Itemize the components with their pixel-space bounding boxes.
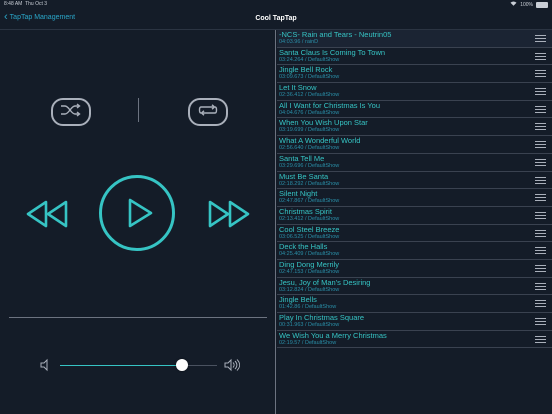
volume-high-icon: [224, 358, 241, 372]
reorder-handle-icon[interactable]: [535, 318, 546, 325]
track-duration-show: 03:19.699 / DefaultShow: [279, 127, 340, 134]
navigation-bar: ‹ TapTap Management Cool TapTap: [0, 9, 552, 30]
track-duration-show: 03:06.525 / DefaultShow: [279, 233, 340, 240]
track-title: Jingle Bell Rock: [279, 65, 333, 75]
track-title: Silent Night: [279, 189, 318, 199]
track-duration-show: 02:56.640 / DefaultShow: [279, 145, 340, 152]
track-duration-show: 02:47.867 / DefaultShow: [279, 198, 340, 205]
pane-divider: [275, 30, 276, 414]
track-duration-show: 03:09.673 / DefaultShow: [279, 74, 340, 81]
reorder-handle-icon[interactable]: [535, 194, 546, 202]
rewind-icon: [26, 200, 68, 228]
volume-slider-thumb[interactable]: [176, 359, 189, 371]
track-duration-show: 01:42.86 / DefaultShow: [279, 304, 337, 311]
reorder-handle-icon[interactable]: [535, 176, 546, 184]
volume-slider-fill: [60, 365, 183, 366]
track-duration-show: 02:36.412 / DefaultShow: [279, 92, 340, 99]
progress-divider: [9, 317, 267, 318]
track-row[interactable]: Jingle Bells 01:42.86 / DefaultShow: [277, 295, 552, 313]
reorder-handle-icon[interactable]: [535, 70, 546, 78]
wifi-icon: [510, 1, 517, 8]
rewind-button[interactable]: [24, 198, 70, 230]
reorder-handle-icon[interactable]: [535, 282, 546, 290]
reorder-handle-icon[interactable]: [535, 35, 546, 42]
track-title: Cool Steel Breeze: [279, 224, 340, 234]
track-duration-show: 03:24.264 / DefaultShow: [279, 56, 340, 63]
track-duration-show: 00:31.963 / DefaultShow: [279, 322, 340, 328]
status-time: 8:48 AM: [4, 1, 23, 7]
track-title: Let It Snow: [279, 83, 317, 93]
track-duration-show: 04:25.409 / DefaultShow: [279, 251, 340, 258]
reorder-handle-icon[interactable]: [535, 300, 546, 308]
track-title: -NCS- Rain and Tears - Neutrin05: [279, 30, 392, 39]
track-row[interactable]: Silent Night 02:47.867 / DefaultShow: [277, 189, 552, 207]
control-divider: [138, 98, 139, 122]
track-title: Deck the Halls: [279, 242, 328, 252]
track-title: Jesu, Joy of Man's Desiring: [279, 277, 371, 287]
track-row[interactable]: Jingle Bell Rock 03:09.673 / DefaultShow: [277, 65, 552, 84]
status-date: Thu Oct 3: [25, 1, 48, 7]
track-title: Jingle Bells: [279, 295, 317, 305]
track-row[interactable]: We Wish You a Merry Christmas 02:19.57 / …: [277, 331, 552, 349]
track-row[interactable]: All I Want for Christmas Is You 04:04.676…: [277, 101, 552, 119]
shuffle-button[interactable]: [51, 98, 91, 126]
track-row[interactable]: Play In Christmas Square 00:31.963 / Defa…: [277, 313, 552, 331]
track-title: Must Be Santa: [279, 171, 329, 181]
fast-forward-icon: [208, 200, 250, 228]
track-title: Play In Christmas Square: [279, 313, 365, 322]
reorder-handle-icon[interactable]: [535, 247, 546, 255]
track-row[interactable]: Jesu, Joy of Man's Desiring 03:12.824 / D…: [277, 278, 552, 296]
track-title: We Wish You a Merry Christmas: [279, 330, 387, 340]
track-duration-show: 04:03.96 / rainD: [279, 39, 319, 45]
track-list: -NCS- Rain and Tears - Neutrin05 04:03.96…: [277, 30, 552, 350]
track-row[interactable]: -NCS- Rain and Tears - Neutrin05 04:03.96…: [277, 30, 552, 48]
volume-low-icon: [38, 358, 52, 372]
track-duration-show: 02:13.412 / DefaultShow: [279, 215, 340, 222]
track-row[interactable]: Cool Steel Breeze 03:06.525 / DefaultShow: [277, 225, 552, 243]
play-icon: [128, 198, 153, 228]
track-title: All I Want for Christmas Is You: [279, 100, 381, 110]
track-row[interactable]: Must Be Santa 02:18.292 / DefaultShow: [277, 172, 552, 190]
reorder-handle-icon[interactable]: [535, 141, 546, 149]
reorder-handle-icon[interactable]: [535, 88, 546, 96]
reorder-handle-icon[interactable]: [535, 211, 546, 219]
repeat-button[interactable]: [188, 98, 228, 126]
track-row[interactable]: Deck the Halls 04:25.409 / DefaultShow: [277, 242, 552, 260]
reorder-handle-icon[interactable]: [535, 123, 546, 131]
track-title: Ding Dong Merrily: [279, 259, 340, 269]
track-duration-show: 03:29.696 / DefaultShow: [279, 162, 340, 169]
reorder-handle-icon[interactable]: [535, 264, 546, 272]
track-title: When You Wish Upon Star: [279, 118, 368, 128]
track-title: What A Wonderful World: [279, 136, 361, 146]
track-title: Santa Claus Is Coming To Town: [279, 47, 386, 57]
track-duration-show: 02:19.57 / DefaultShow: [279, 339, 337, 346]
track-title: Christmas Spirit: [279, 206, 332, 216]
track-duration-show: 02:18.292 / DefaultShow: [279, 180, 340, 187]
track-row[interactable]: Santa Tell Me 03:29.696 / DefaultShow: [277, 154, 552, 172]
status-bar: 8:48 AM Thu Oct 3 100%: [0, 0, 552, 9]
track-row[interactable]: Santa Claus Is Coming To Town 03:24.264 /…: [277, 48, 552, 66]
repeat-icon: [197, 103, 219, 122]
reorder-handle-icon[interactable]: [535, 105, 546, 113]
reorder-handle-icon[interactable]: [535, 158, 546, 166]
track-duration-show: 02:47.153 / DefaultShow: [279, 268, 340, 275]
track-duration-show: 04:04.676 / DefaultShow: [279, 109, 340, 116]
shuffle-icon: [60, 102, 82, 122]
track-row[interactable]: What A Wonderful World 02:56.640 / Defaul…: [277, 136, 552, 154]
track-row[interactable]: When You Wish Upon Star 03:19.699 / Defau…: [277, 118, 552, 137]
track-duration-show: 03:12.824 / DefaultShow: [279, 286, 340, 293]
track-row[interactable]: Let It Snow 02:36.412 / DefaultShow: [277, 83, 552, 101]
reorder-handle-icon[interactable]: [535, 335, 546, 343]
battery-icon: [536, 1, 548, 8]
reorder-handle-icon[interactable]: [535, 52, 546, 60]
track-row[interactable]: Christmas Spirit 02:13.412 / DefaultShow: [277, 207, 552, 225]
page-title: Cool TapTap: [255, 15, 297, 22]
play-button[interactable]: [99, 175, 175, 251]
reorder-handle-icon[interactable]: [535, 229, 546, 237]
battery-percent: 100%: [520, 1, 533, 8]
fast-forward-button[interactable]: [206, 198, 252, 230]
track-row[interactable]: Ding Dong Merrily 02:47.153 / DefaultShow: [277, 260, 552, 278]
track-title: Santa Tell Me: [279, 153, 325, 163]
